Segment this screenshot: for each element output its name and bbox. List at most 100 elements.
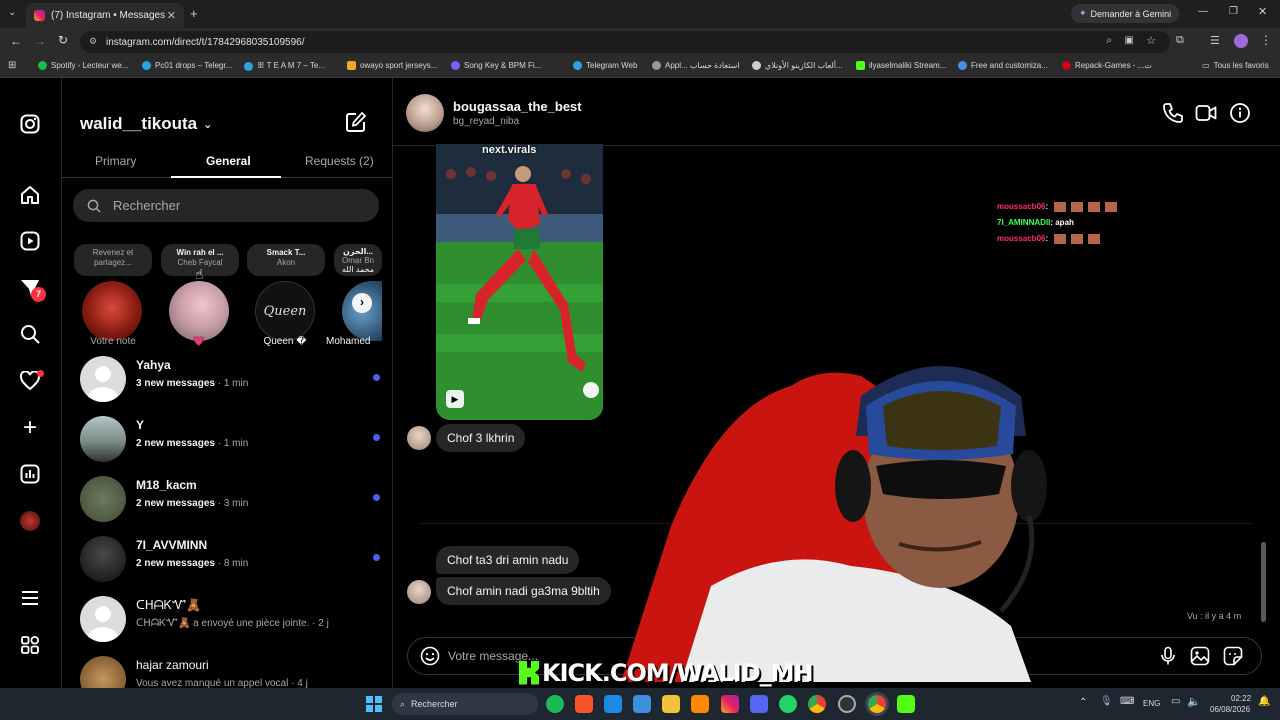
bookmark-kick[interactable]: ilyaselmaliki Stream...: [856, 61, 946, 70]
note-bubble[interactable]: Smack T... Akon: [247, 244, 325, 276]
tray-chevron-icon[interactable]: ⌃: [1079, 697, 1087, 708]
reel-account-name[interactable]: next.virals: [482, 144, 536, 156]
sender-avatar[interactable]: [407, 426, 431, 450]
message-bubble[interactable]: Chof ta3 dri amin nadu: [436, 546, 580, 574]
create-plus-icon[interactable]: +: [19, 414, 41, 441]
discord-taskbar-icon[interactable]: [750, 695, 768, 713]
emoji-icon[interactable]: [420, 646, 440, 671]
apps-icon[interactable]: ⊞: [8, 60, 16, 71]
brave-taskbar-icon[interactable]: [575, 695, 593, 713]
message-bubble[interactable]: Chof 3 lkhrin: [436, 424, 526, 452]
close-tab-icon[interactable]: ✕: [167, 9, 176, 22]
conversation-item[interactable]: Yahya 3 new messages · 1 min: [80, 352, 380, 408]
account-switcher[interactable]: walid__tikouta ⌄: [80, 114, 212, 134]
dashboard-icon[interactable]: [19, 463, 41, 485]
new-message-icon[interactable]: [345, 111, 367, 138]
taskbar-search[interactable]: ⌕ Rechercher: [392, 693, 538, 715]
clock-time[interactable]: 02:22: [1231, 694, 1251, 703]
conversation-item[interactable]: Y 2 new messages · 1 min: [80, 412, 380, 468]
sender-avatar[interactable]: [407, 580, 431, 604]
instagram-logo-icon[interactable]: [19, 113, 41, 135]
tab-search-icon[interactable]: ⌄: [8, 7, 16, 18]
browser-tab-instagram[interactable]: (7) Instagram • Messages ✕: [26, 3, 184, 28]
site-info-icon[interactable]: ⚙: [89, 36, 97, 47]
reading-list-icon[interactable]: ☰: [1210, 34, 1220, 47]
sticker-icon[interactable]: [1223, 646, 1243, 671]
bookmark-repack[interactable]: Repack-Games - ...ت: [1062, 61, 1152, 70]
new-tab-button[interactable]: +: [190, 6, 198, 21]
spotify-taskbar-icon[interactable]: [546, 695, 564, 713]
defender-taskbar-icon[interactable]: [604, 695, 622, 713]
conversation-item[interactable]: M18_kacm 2 new messages · 3 min: [80, 472, 380, 528]
start-button[interactable]: [366, 696, 382, 712]
message-bubble[interactable]: Chof amin nadi ga3ma 9bltih: [436, 577, 611, 605]
profile-avatar[interactable]: [1234, 34, 1248, 48]
store-taskbar-icon[interactable]: [633, 695, 651, 713]
conversation-info-icon[interactable]: [1229, 102, 1251, 129]
search-icon[interactable]: [19, 323, 41, 345]
gemini-button[interactable]: ✦ Demander à Gemini: [1071, 4, 1180, 23]
contact-avatar[interactable]: [406, 94, 444, 132]
minimize-icon[interactable]: —: [1198, 6, 1208, 17]
bookmark-pc01[interactable]: Pc01 drops – Telegr...: [142, 61, 232, 70]
vlc-taskbar-icon[interactable]: [691, 695, 709, 713]
bookmark-free[interactable]: Free and customiza...: [958, 61, 1048, 70]
tab-general[interactable]: General: [206, 154, 251, 168]
note-bubble[interactable]: الحزن... Omar Bn محمد الله: [334, 244, 382, 276]
menu-icon[interactable]: ⋮: [1260, 33, 1272, 47]
explorer-taskbar-icon[interactable]: [662, 695, 680, 713]
tab-primary[interactable]: Primary: [95, 154, 136, 168]
network-icon[interactable]: ▭: [1171, 696, 1180, 707]
chat-scrollbar[interactable]: [1261, 542, 1266, 622]
all-bookmarks[interactable]: ▭ Tous les favoris: [1202, 61, 1269, 70]
video-call-icon[interactable]: [1195, 102, 1217, 129]
kick-taskbar-icon[interactable]: [897, 695, 915, 713]
back-icon[interactable]: ←: [10, 34, 22, 48]
clock-date[interactable]: 06/08/2026: [1210, 705, 1250, 714]
tray-keyboard-icon[interactable]: ⌨: [1120, 696, 1134, 707]
forward-icon[interactable]: →: [34, 34, 46, 48]
also-from-meta-icon[interactable]: [19, 634, 41, 656]
extensions-icon[interactable]: ⧉: [1176, 34, 1184, 47]
note-avatar-own[interactable]: [82, 281, 142, 341]
shared-reel[interactable]: ▶: [436, 144, 603, 420]
whatsapp-taskbar-icon[interactable]: [779, 695, 797, 713]
bookmark-telegram[interactable]: Telegram Web: [573, 61, 637, 70]
home-icon[interactable]: [19, 184, 41, 206]
bookmark-casino[interactable]: ألعاب الكازينو الأونلاي...: [752, 61, 843, 70]
search-box[interactable]: Rechercher: [73, 189, 379, 222]
maximize-icon[interactable]: ❐: [1229, 6, 1238, 17]
bookmark-owayo[interactable]: owayo sport jerseys...: [347, 61, 437, 70]
bookmark-apple[interactable]: Appl... استعادة حساب: [652, 61, 740, 70]
bookmark-spotify[interactable]: Spotify - Lecteur we...: [38, 61, 128, 70]
chrome-active-taskbar-icon[interactable]: [868, 695, 886, 713]
conversation-item[interactable]: 7I_AVVMINN 2 new messages · 8 min: [80, 532, 380, 588]
note-bubble-own[interactable]: Revenez et partagez...: [74, 244, 152, 276]
instagram-taskbar-icon[interactable]: [721, 695, 739, 713]
bookmark-star-icon[interactable]: ☆: [1146, 34, 1156, 47]
obs-taskbar-icon[interactable]: [838, 695, 856, 713]
notification-center-icon[interactable]: 🔔: [1258, 696, 1270, 707]
note-avatar[interactable]: [169, 281, 229, 341]
image-upload-icon[interactable]: [1190, 646, 1210, 671]
reels-icon[interactable]: [19, 230, 41, 252]
tray-mic-icon[interactable]: 🎙: [1100, 696, 1113, 707]
address-bar[interactable]: ⚙ instagram.com/direct/t/178429680351095…: [80, 31, 1170, 53]
close-window-icon[interactable]: ✕: [1258, 5, 1267, 18]
more-menu-icon[interactable]: [19, 587, 41, 609]
volume-icon[interactable]: 🔈: [1187, 695, 1201, 708]
bookmark-team7[interactable]: ꕥ T E A M 7 – Te...: [244, 61, 325, 71]
conversation-item[interactable]: ᑕᕼᗩᏦᏉ🧸 ᑕᕼᗩᏦᏉ🧸 a envoyé une pièce jointe.…: [80, 592, 380, 648]
install-icon[interactable]: ▣: [1125, 35, 1134, 46]
note-avatar[interactable]: Queen: [255, 281, 315, 341]
notes-next-chevron-icon[interactable]: ›: [352, 293, 372, 313]
profile-avatar[interactable]: [20, 511, 40, 531]
chrome-taskbar-icon[interactable]: [808, 695, 826, 713]
reel-play-icon[interactable]: ▶: [446, 390, 464, 408]
language-indicator[interactable]: ENG: [1143, 699, 1160, 708]
tab-requests[interactable]: Requests (2): [305, 154, 374, 168]
reload-icon[interactable]: ↻: [58, 33, 68, 47]
conversation-item[interactable]: hajar zamouri Vous avez manqué un appel …: [80, 652, 380, 688]
bookmark-songkey[interactable]: Song Key & BPM Fi...: [451, 61, 541, 70]
zoom-icon[interactable]: ⌕: [1106, 35, 1112, 46]
